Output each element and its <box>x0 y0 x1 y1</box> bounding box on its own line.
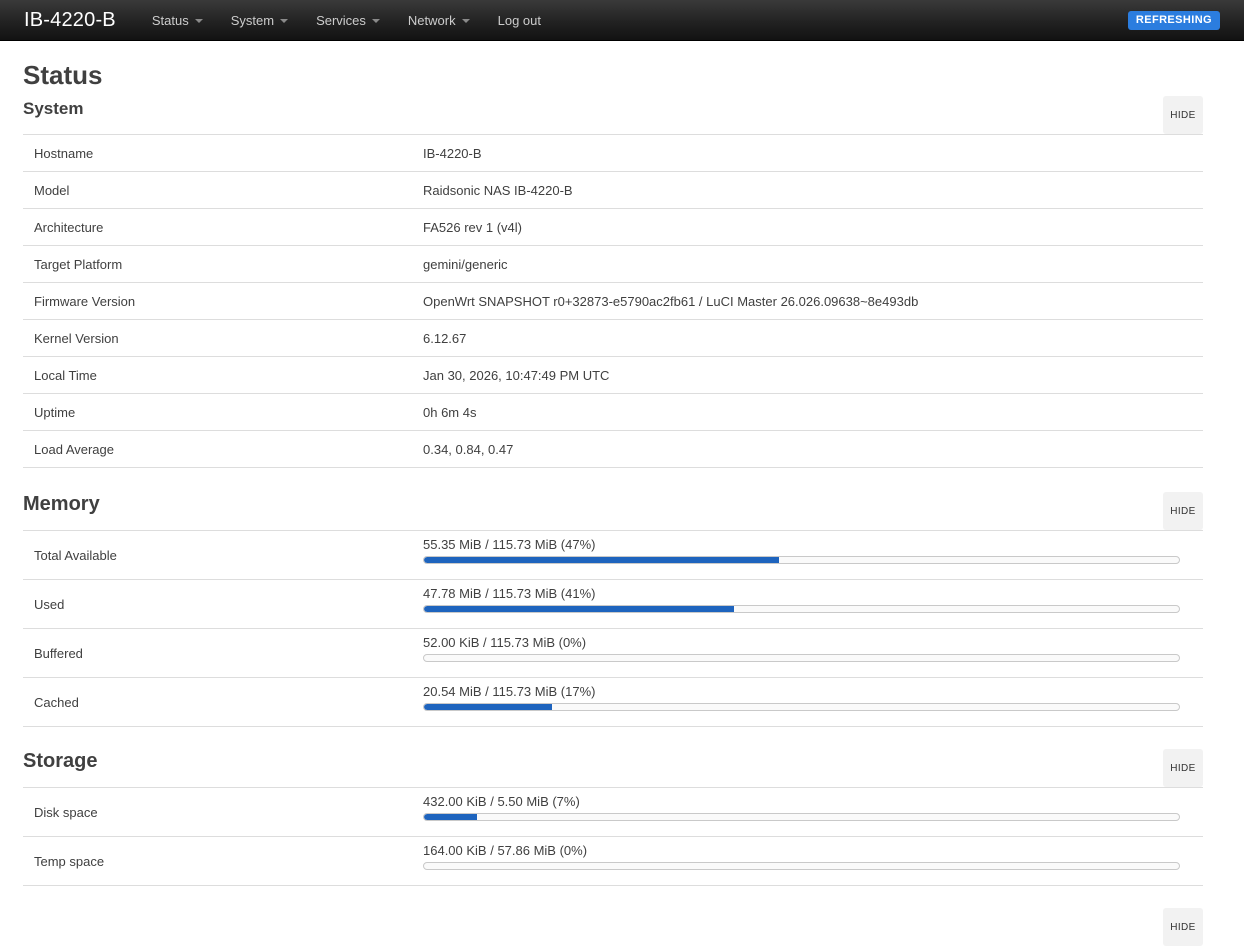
table-row: Temp space 164.00 KiB / 57.86 MiB (0%) <box>23 837 1203 886</box>
row-label: Architecture <box>23 220 423 235</box>
row-value: 47.78 MiB / 115.73 MiB (41%) <box>423 580 1203 628</box>
row-value: 0.34, 0.84, 0.47 <box>423 442 1203 457</box>
main-menu: StatusSystemServicesNetworkLog out <box>138 4 555 37</box>
chevron-down-icon <box>280 19 288 23</box>
section-system: System HIDE Hostname IB-4220-B Model Rai… <box>23 96 1203 468</box>
table-row: Uptime 0h 6m 4s <box>23 394 1203 431</box>
row-label: Temp space <box>23 837 423 885</box>
hide-button-next-section[interactable]: HIDE <box>1163 908 1203 946</box>
table-row: Cached 20.54 MiB / 115.73 MiB (17%) <box>23 678 1203 727</box>
row-value: 52.00 KiB / 115.73 MiB (0%) <box>423 629 1203 677</box>
progress-bar <box>423 654 1180 662</box>
nav-item-system[interactable]: System <box>217 4 302 37</box>
table-row: Disk space 432.00 KiB / 5.50 MiB (7%) <box>23 788 1203 837</box>
page-content: Status System HIDE Hostname IB-4220-B Mo… <box>23 60 1203 946</box>
row-value: Jan 30, 2026, 10:47:49 PM UTC <box>423 368 1203 383</box>
row-label: Cached <box>23 678 423 726</box>
row-label: Hostname <box>23 146 423 161</box>
refreshing-badge[interactable]: REFRESHING <box>1128 11 1220 30</box>
row-value: IB-4220-B <box>423 146 1203 161</box>
nav-item-log-out[interactable]: Log out <box>484 4 555 37</box>
chevron-down-icon <box>372 19 380 23</box>
table-row: Hostname IB-4220-B <box>23 135 1203 172</box>
row-label: Total Available <box>23 531 423 579</box>
section-title-system: System <box>23 99 83 119</box>
chevron-down-icon <box>195 19 203 23</box>
usage-text: 52.00 KiB / 115.73 MiB (0%) <box>423 635 1191 651</box>
row-label: Load Average <box>23 442 423 457</box>
row-label: Model <box>23 183 423 198</box>
usage-text: 55.35 MiB / 115.73 MiB (47%) <box>423 537 1191 553</box>
table-row: Local Time Jan 30, 2026, 10:47:49 PM UTC <box>23 357 1203 394</box>
progress-fill <box>424 606 734 612</box>
row-label: Uptime <box>23 405 423 420</box>
row-value: FA526 rev 1 (v4l) <box>423 220 1203 235</box>
row-value: gemini/generic <box>423 257 1203 272</box>
table-row: Model Raidsonic NAS IB-4220-B <box>23 172 1203 209</box>
row-label: Buffered <box>23 629 423 677</box>
row-label: Used <box>23 580 423 628</box>
progress-bar <box>423 556 1180 564</box>
hide-button-memory[interactable]: HIDE <box>1163 492 1203 530</box>
top-navbar: IB-4220-B StatusSystemServicesNetworkLog… <box>0 0 1244 41</box>
row-label: Kernel Version <box>23 331 423 346</box>
nav-item-status[interactable]: Status <box>138 4 217 37</box>
progress-fill <box>424 557 779 563</box>
row-value: OpenWrt SNAPSHOT r0+32873-e5790ac2fb61 /… <box>423 294 1203 309</box>
row-value: 6.12.67 <box>423 331 1203 346</box>
table-row: Firmware Version OpenWrt SNAPSHOT r0+328… <box>23 283 1203 320</box>
section-title-storage: Storage <box>23 750 97 773</box>
progress-bar <box>423 703 1180 711</box>
table-row: Architecture FA526 rev 1 (v4l) <box>23 209 1203 246</box>
row-label: Local Time <box>23 368 423 383</box>
section-storage: Storage HIDE Disk space 432.00 KiB / 5.5… <box>23 749 1203 886</box>
hide-button-system[interactable]: HIDE <box>1163 96 1203 134</box>
row-value: 164.00 KiB / 57.86 MiB (0%) <box>423 837 1203 885</box>
table-row: Total Available 55.35 MiB / 115.73 MiB (… <box>23 531 1203 580</box>
nav-item-services[interactable]: Services <box>302 4 394 37</box>
usage-text: 164.00 KiB / 57.86 MiB (0%) <box>423 843 1191 859</box>
memory-table: Total Available 55.35 MiB / 115.73 MiB (… <box>23 530 1203 727</box>
progress-bar <box>423 605 1180 613</box>
usage-text: 20.54 MiB / 115.73 MiB (17%) <box>423 684 1191 700</box>
section-next-partial: HIDE <box>23 908 1203 946</box>
progress-fill <box>424 704 552 710</box>
page-title: Status <box>23 60 1203 90</box>
progress-fill <box>424 814 477 820</box>
chevron-down-icon <box>462 19 470 23</box>
row-label: Target Platform <box>23 257 423 272</box>
table-row: Target Platform gemini/generic <box>23 246 1203 283</box>
section-memory: Memory HIDE Total Available 55.35 MiB / … <box>23 492 1203 727</box>
table-row: Buffered 52.00 KiB / 115.73 MiB (0%) <box>23 629 1203 678</box>
usage-text: 47.78 MiB / 115.73 MiB (41%) <box>423 586 1191 602</box>
system-table: Hostname IB-4220-B Model Raidsonic NAS I… <box>23 134 1203 468</box>
table-row: Kernel Version 6.12.67 <box>23 320 1203 357</box>
hide-button-storage[interactable]: HIDE <box>1163 749 1203 787</box>
progress-bar <box>423 813 1180 821</box>
section-title-memory: Memory <box>23 493 100 516</box>
row-value: Raidsonic NAS IB-4220-B <box>423 183 1203 198</box>
row-label: Firmware Version <box>23 294 423 309</box>
row-value: 20.54 MiB / 115.73 MiB (17%) <box>423 678 1203 726</box>
row-label: Disk space <box>23 788 423 836</box>
nav-item-network[interactable]: Network <box>394 4 484 37</box>
table-row: Used 47.78 MiB / 115.73 MiB (41%) <box>23 580 1203 629</box>
usage-text: 432.00 KiB / 5.50 MiB (7%) <box>423 794 1191 810</box>
progress-bar <box>423 862 1180 870</box>
table-row: Load Average 0.34, 0.84, 0.47 <box>23 431 1203 468</box>
row-value: 0h 6m 4s <box>423 405 1203 420</box>
row-value: 432.00 KiB / 5.50 MiB (7%) <box>423 788 1203 836</box>
row-value: 55.35 MiB / 115.73 MiB (47%) <box>423 531 1203 579</box>
storage-table: Disk space 432.00 KiB / 5.50 MiB (7%) Te… <box>23 787 1203 886</box>
brand-title: IB-4220-B <box>24 9 116 32</box>
